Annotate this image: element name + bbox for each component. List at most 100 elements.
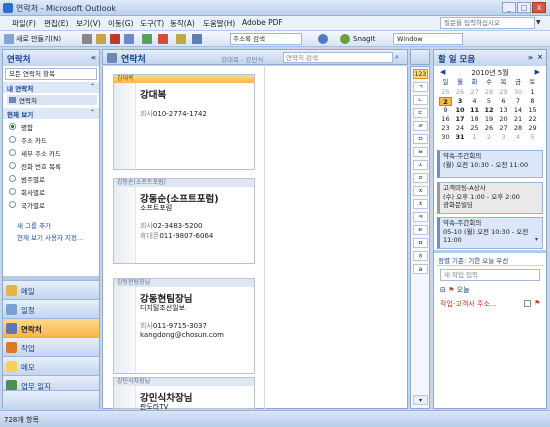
menu-go[interactable]: 이동(G): [108, 18, 133, 29]
index-button[interactable]: 123: [413, 69, 428, 79]
help-search-input[interactable]: 질문을 입력하십시오: [440, 17, 535, 29]
calendar-day[interactable]: 4: [468, 97, 481, 106]
radio[interactable]: [9, 162, 16, 169]
radio[interactable]: [9, 175, 16, 182]
index-button[interactable]: ㅋ: [413, 212, 428, 222]
contact-card[interactable]: 강대복 강대복 회사010-2774-1742: [113, 74, 255, 170]
calendar-day[interactable]: 28: [512, 124, 525, 133]
snagit-icon[interactable]: [340, 34, 350, 44]
categorize-icon[interactable]: [142, 34, 152, 44]
index-button[interactable]: ㅈ: [413, 186, 428, 196]
menu-tools[interactable]: 도구(T): [140, 18, 164, 29]
calendar-day[interactable]: 2: [483, 133, 496, 142]
index-scroll-down-icon[interactable]: ▾: [413, 395, 428, 405]
calendar-day[interactable]: 26: [454, 88, 467, 97]
current-view-section[interactable]: 현재 보기 ⌃: [3, 108, 99, 119]
module-contacts-button[interactable]: 연락처: [3, 318, 99, 337]
task-sort-header[interactable]: 정렬 기준: 기한 오늘 우선: [436, 255, 544, 266]
index-button[interactable]: ㅌ: [413, 225, 428, 235]
calendar-day[interactable]: 4: [512, 133, 525, 142]
calendar-day[interactable]: 2: [439, 97, 452, 106]
window-dropdown[interactable]: Window: [393, 33, 463, 45]
appointment-item[interactable]: 약속-주간회의 05-10 (월) 오전 10:30 - 오전 11:00: [437, 217, 543, 249]
delete-icon[interactable]: [110, 34, 120, 44]
index-button[interactable]: ㅂ: [413, 147, 428, 157]
prev-month-icon[interactable]: ◀: [440, 68, 445, 76]
module-calendar-button[interactable]: 일정: [3, 299, 99, 318]
radio[interactable]: [9, 149, 16, 156]
appointment-item[interactable]: 약속-주간회의 (월) 오전 10:30 - 오전 11:00: [437, 150, 543, 178]
all-contacts-dropdown[interactable]: 모든 연락처 항목: [5, 68, 97, 80]
calendar-day[interactable]: 3: [454, 97, 467, 106]
contact-search-input[interactable]: 연락처 검색: [283, 52, 393, 63]
next-month-icon[interactable]: ▶: [535, 68, 540, 76]
task-item[interactable]: 작업-고객사 주소... ⚑: [440, 299, 544, 309]
view-option-by-category[interactable]: 범주별로: [9, 174, 45, 184]
calendar-day[interactable]: 3: [497, 133, 510, 142]
calendar-day[interactable]: 13: [497, 106, 510, 115]
radio[interactable]: [9, 188, 16, 195]
index-button[interactable]: ㅅ: [413, 160, 428, 170]
index-button[interactable]: ㄴ: [413, 95, 428, 105]
calendar-day[interactable]: 27: [497, 124, 510, 133]
module-mail-button[interactable]: 메일: [3, 280, 99, 299]
radio[interactable]: [9, 136, 16, 143]
view-option-by-company[interactable]: 회사별로: [9, 187, 45, 197]
contact-card[interactable]: 강동순(소프트포럼) 강동순(소프트포럼) 소프트포럼 회사02-3483-52…: [113, 178, 255, 264]
calendar-day[interactable]: 18: [468, 115, 481, 124]
calendar-day[interactable]: 14: [512, 106, 525, 115]
new-button[interactable]: 새로 만들기(N): [16, 33, 61, 45]
calendar-day[interactable]: 23: [439, 124, 452, 133]
calendar-day[interactable]: 9: [439, 106, 452, 115]
scroll-down-icon[interactable]: ▾: [535, 236, 543, 244]
print-icon[interactable]: [82, 34, 92, 44]
menu-view[interactable]: 보기(V): [76, 18, 101, 29]
address-book-icon[interactable]: [124, 34, 134, 44]
calendar-day[interactable]: 24: [454, 124, 467, 133]
collapse-chevron-icon[interactable]: »: [528, 53, 533, 62]
menu-edit[interactable]: 편집(E): [44, 18, 68, 29]
calendar-day[interactable]: 5: [526, 133, 539, 142]
appointment-item[interactable]: 고객미팅-A상사 (수) 오후 1:00 - 오후 2:00 광화문빌딩: [437, 182, 543, 214]
move-folder-icon[interactable]: [96, 34, 106, 44]
new-appointment-icon[interactable]: [176, 34, 186, 44]
minimize-button[interactable]: _: [502, 2, 516, 13]
menu-adobe-pdf[interactable]: Adobe PDF: [242, 18, 283, 27]
new-task-input[interactable]: 새 작업 입력: [440, 269, 540, 281]
menu-file[interactable]: 파일(F): [12, 18, 36, 29]
calendar-day[interactable]: 29: [497, 88, 510, 97]
maximize-button[interactable]: □: [517, 2, 531, 13]
calendar-day[interactable]: 22: [526, 115, 539, 124]
calendar-day[interactable]: 31: [454, 133, 467, 142]
snagit-button[interactable]: SnagIt: [353, 33, 375, 45]
calendar-day[interactable]: 28: [483, 88, 496, 97]
calendar-day[interactable]: 16: [439, 115, 452, 124]
view-option-by-location[interactable]: 국가별로: [9, 200, 45, 210]
close-button[interactable]: X: [532, 2, 546, 13]
index-button[interactable]: ㅎ: [413, 251, 428, 261]
calendar-day[interactable]: 10: [454, 106, 467, 115]
index-button[interactable]: ㅇ: [413, 173, 428, 183]
collapse-icon[interactable]: ⊟: [440, 286, 446, 294]
calendar-day[interactable]: 11: [468, 106, 481, 115]
task-complete-checkbox[interactable]: [524, 300, 531, 307]
address-search-input[interactable]: 주소록 검색: [230, 33, 302, 45]
calendar-day[interactable]: 25: [468, 124, 481, 133]
calendar-day[interactable]: 5: [483, 97, 496, 106]
contact-card[interactable]: 강동현팀장님 강동현팀장님 디지털조선일보 회사011-9715-3037 ka…: [113, 278, 255, 374]
my-contacts-section[interactable]: 내 연락처 ⌃: [3, 82, 99, 93]
index-button[interactable]: ㄱ: [413, 82, 428, 92]
calendar-day[interactable]: 7: [512, 97, 525, 106]
collapse-chevron-icon[interactable]: «: [91, 53, 96, 62]
calendar-day[interactable]: 25: [439, 88, 452, 97]
module-tasks-button[interactable]: 작업: [3, 337, 99, 356]
calendar-day[interactable]: 20: [497, 115, 510, 124]
calendar-day[interactable]: 19: [483, 115, 496, 124]
index-button[interactable]: ㄹ: [413, 121, 428, 131]
calendar-day[interactable]: 15: [526, 106, 539, 115]
view-option-detailed-address-cards[interactable]: 세부 주소 카드: [9, 148, 61, 158]
menu-help[interactable]: 도움말(H): [203, 18, 235, 29]
calendar-day[interactable]: 17: [454, 115, 467, 124]
calendar-day[interactable]: 30: [512, 88, 525, 97]
view-option-business-cards[interactable]: 명함: [9, 122, 33, 132]
